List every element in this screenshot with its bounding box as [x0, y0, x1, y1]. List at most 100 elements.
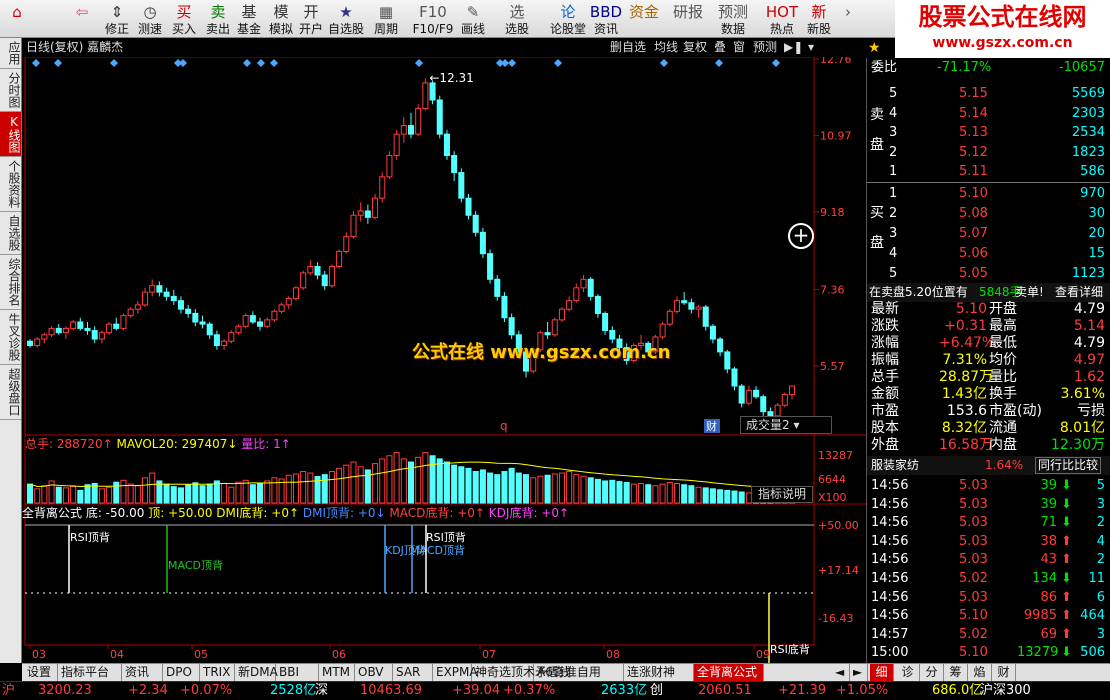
toolbar-btn-10[interactable]: ▦ 周期 [366, 0, 406, 38]
volume-bar [645, 484, 652, 504]
side-tab-3[interactable]: 筹 [944, 664, 968, 681]
toolbar-btn-0[interactable]: ⌂ [2, 0, 32, 38]
candle-body [149, 285, 156, 293]
volume-bar [77, 489, 84, 504]
ma-button[interactable]: 均线 [654, 39, 678, 56]
side-tab-2[interactable]: 分 [920, 664, 944, 681]
indicator-tab-2[interactable]: 资讯 [122, 664, 163, 681]
candle-body [566, 300, 573, 310]
tick-price: 5.10 [959, 608, 988, 624]
side-tab-5[interactable]: 财 [992, 664, 1016, 681]
indicator-tab-1[interactable]: 指标平台 [58, 664, 122, 681]
stat-row: 最新 5.10 开盘 4.79 [867, 301, 1110, 318]
stat-label: 均价 [989, 352, 1017, 368]
indicator-tab-12[interactable]: A6奇准自用 [534, 664, 624, 681]
indicator-tab-11[interactable]: 神奇选顶术矛盾线 [472, 664, 571, 681]
chart-title: 日线(复权) 嘉麟杰 [26, 40, 124, 54]
sz-index: 10463.69 [360, 683, 423, 698]
left-tab-5[interactable]: 综合排名 [0, 255, 21, 310]
sh-amount: 2528亿 [270, 683, 317, 698]
volume-bar [26, 483, 34, 504]
toolbar-btn-2[interactable]: ⇕ 修正 [101, 0, 133, 38]
indicator-tab-8[interactable]: OBV [355, 664, 393, 681]
stat-value: 16.58万 [939, 437, 994, 453]
adjust-button[interactable]: 复权 [683, 39, 707, 56]
toolbar-btn-18[interactable]: 预测 数据 [711, 0, 755, 38]
peer-compare-button[interactable]: 同行比比较 [1035, 457, 1102, 474]
indicator-help-button[interactable]: 指标说明 [751, 486, 813, 503]
window-button[interactable]: 窗 [733, 39, 745, 56]
candle-body [156, 285, 163, 293]
toolbar-btn-3[interactable]: ◷ 测速 [134, 0, 166, 38]
star-icon[interactable]: ★ [866, 38, 896, 58]
toolbar-btn-8[interactable]: 开开户 [296, 0, 326, 38]
volume-bar [142, 477, 149, 504]
indicator-tick-label: +50.00 [818, 519, 859, 532]
toolbar-btn-6[interactable]: 基基金 [234, 0, 264, 38]
chevron-down-icon[interactable]: ▾ [808, 39, 814, 56]
toolbar-label-1 [64, 22, 100, 36]
side-tab-0[interactable]: 细 [870, 664, 894, 681]
left-tab-3[interactable]: 个股资料 [0, 157, 21, 212]
volume-bar [285, 474, 292, 504]
volume-select-label: 成交量2 [746, 418, 790, 432]
logo-title: 股票公式在线网 [918, 3, 1087, 31]
candle-body [731, 368, 738, 387]
indicator-tab-14[interactable]: 全背离公式 [694, 664, 764, 681]
left-tab-2[interactable]: K线图 [0, 112, 21, 157]
volume-bar [465, 467, 472, 504]
signal-diamond-icon [772, 59, 780, 67]
bid-volume: 30 [1088, 206, 1105, 221]
left-tab-1[interactable]: 分时图 [0, 69, 21, 112]
toolbar-btn-20[interactable]: 新新股 [801, 0, 837, 38]
volume-bar [609, 479, 616, 504]
left-tab-6[interactable]: 牛叉诊股 [0, 310, 21, 365]
indicator-tab-3[interactable]: DPO [163, 664, 200, 681]
remove-watchlist-button[interactable]: 删自选 [610, 39, 646, 56]
play-arrow-icon[interactable]: ▶❚ [784, 39, 803, 56]
volume-indicator-select[interactable]: 成交量2 ▾ [740, 416, 832, 434]
bid-level: 1 [889, 186, 898, 201]
toolbar-btn-15[interactable]: BBD 资讯 [588, 0, 624, 38]
indicator-tab-13[interactable]: 连涨财神 [624, 664, 694, 681]
stat-value: 5.14 [1073, 318, 1105, 334]
toolbar-btn-16[interactable]: 资金 [626, 0, 662, 38]
notice-detail-link[interactable]: 查看详细 [1055, 283, 1103, 302]
toolbar-btn-17[interactable]: 研报 [666, 0, 710, 38]
left-tab-0[interactable]: 应用 [0, 38, 21, 69]
toolbar-btn-9[interactable]: ★ 自选股 [328, 0, 364, 38]
toolbar-btn-19[interactable]: HOT 热点 [765, 0, 799, 38]
toolbar-btn-1[interactable]: ⇦ [64, 0, 100, 38]
toolbar-btn-13[interactable]: 选选股 [498, 0, 536, 38]
candle-body [170, 295, 177, 302]
overlay-button[interactable]: 叠 [714, 39, 726, 56]
toolbar-btn-7[interactable]: 模模拟 [266, 0, 296, 38]
candle-body [285, 298, 292, 306]
crosshair-icon[interactable]: + [788, 223, 814, 249]
toolbar-btn-4[interactable]: 买买入 [168, 0, 200, 38]
side-tab-4[interactable]: 焰 [968, 664, 992, 681]
indicator-tab-0[interactable]: 设置 [24, 664, 58, 681]
indicator-tab-6[interactable]: BBI [276, 664, 319, 681]
toolbar-btn-5[interactable]: 卖卖出 [202, 0, 234, 38]
tick-arrow-up-icon: ⬆ [1061, 589, 1072, 605]
stat-row: 金额 1.43亿 换手 3.61% [867, 386, 1110, 403]
tabs-next-icon[interactable]: ► [850, 664, 868, 681]
toolbar-label-10: 周期 [373, 22, 398, 36]
indicator-tab-5[interactable]: 新DMA [235, 664, 278, 681]
indicator-tab-7[interactable]: MTM [319, 664, 355, 681]
toolbar-btn-21[interactable]: › [838, 0, 858, 38]
side-tab-1[interactable]: 诊 [896, 664, 920, 681]
toolbar-btn-14[interactable]: 论论股堂 [548, 0, 588, 38]
sh-index: 3200.23 [38, 683, 92, 698]
toolbar-btn-12[interactable]: ✎ 画线 [454, 0, 492, 38]
indicator-tab-9[interactable]: SAR [393, 664, 433, 681]
left-tab-7[interactable]: 超级盘口 [0, 365, 21, 420]
forecast-button[interactable]: 预测 [753, 39, 777, 56]
tick-arrow-down-icon: ⬇ [1061, 496, 1072, 512]
indicator-tab-4[interactable]: TRIX [200, 664, 235, 681]
toolbar-btn-11[interactable]: F10 F10/F9 [412, 0, 454, 38]
tabs-prev-icon[interactable]: ◄ [832, 664, 850, 681]
indicator-tab-10[interactable]: EXPMA [433, 664, 478, 681]
left-tab-4[interactable]: 自选股 [0, 212, 21, 255]
